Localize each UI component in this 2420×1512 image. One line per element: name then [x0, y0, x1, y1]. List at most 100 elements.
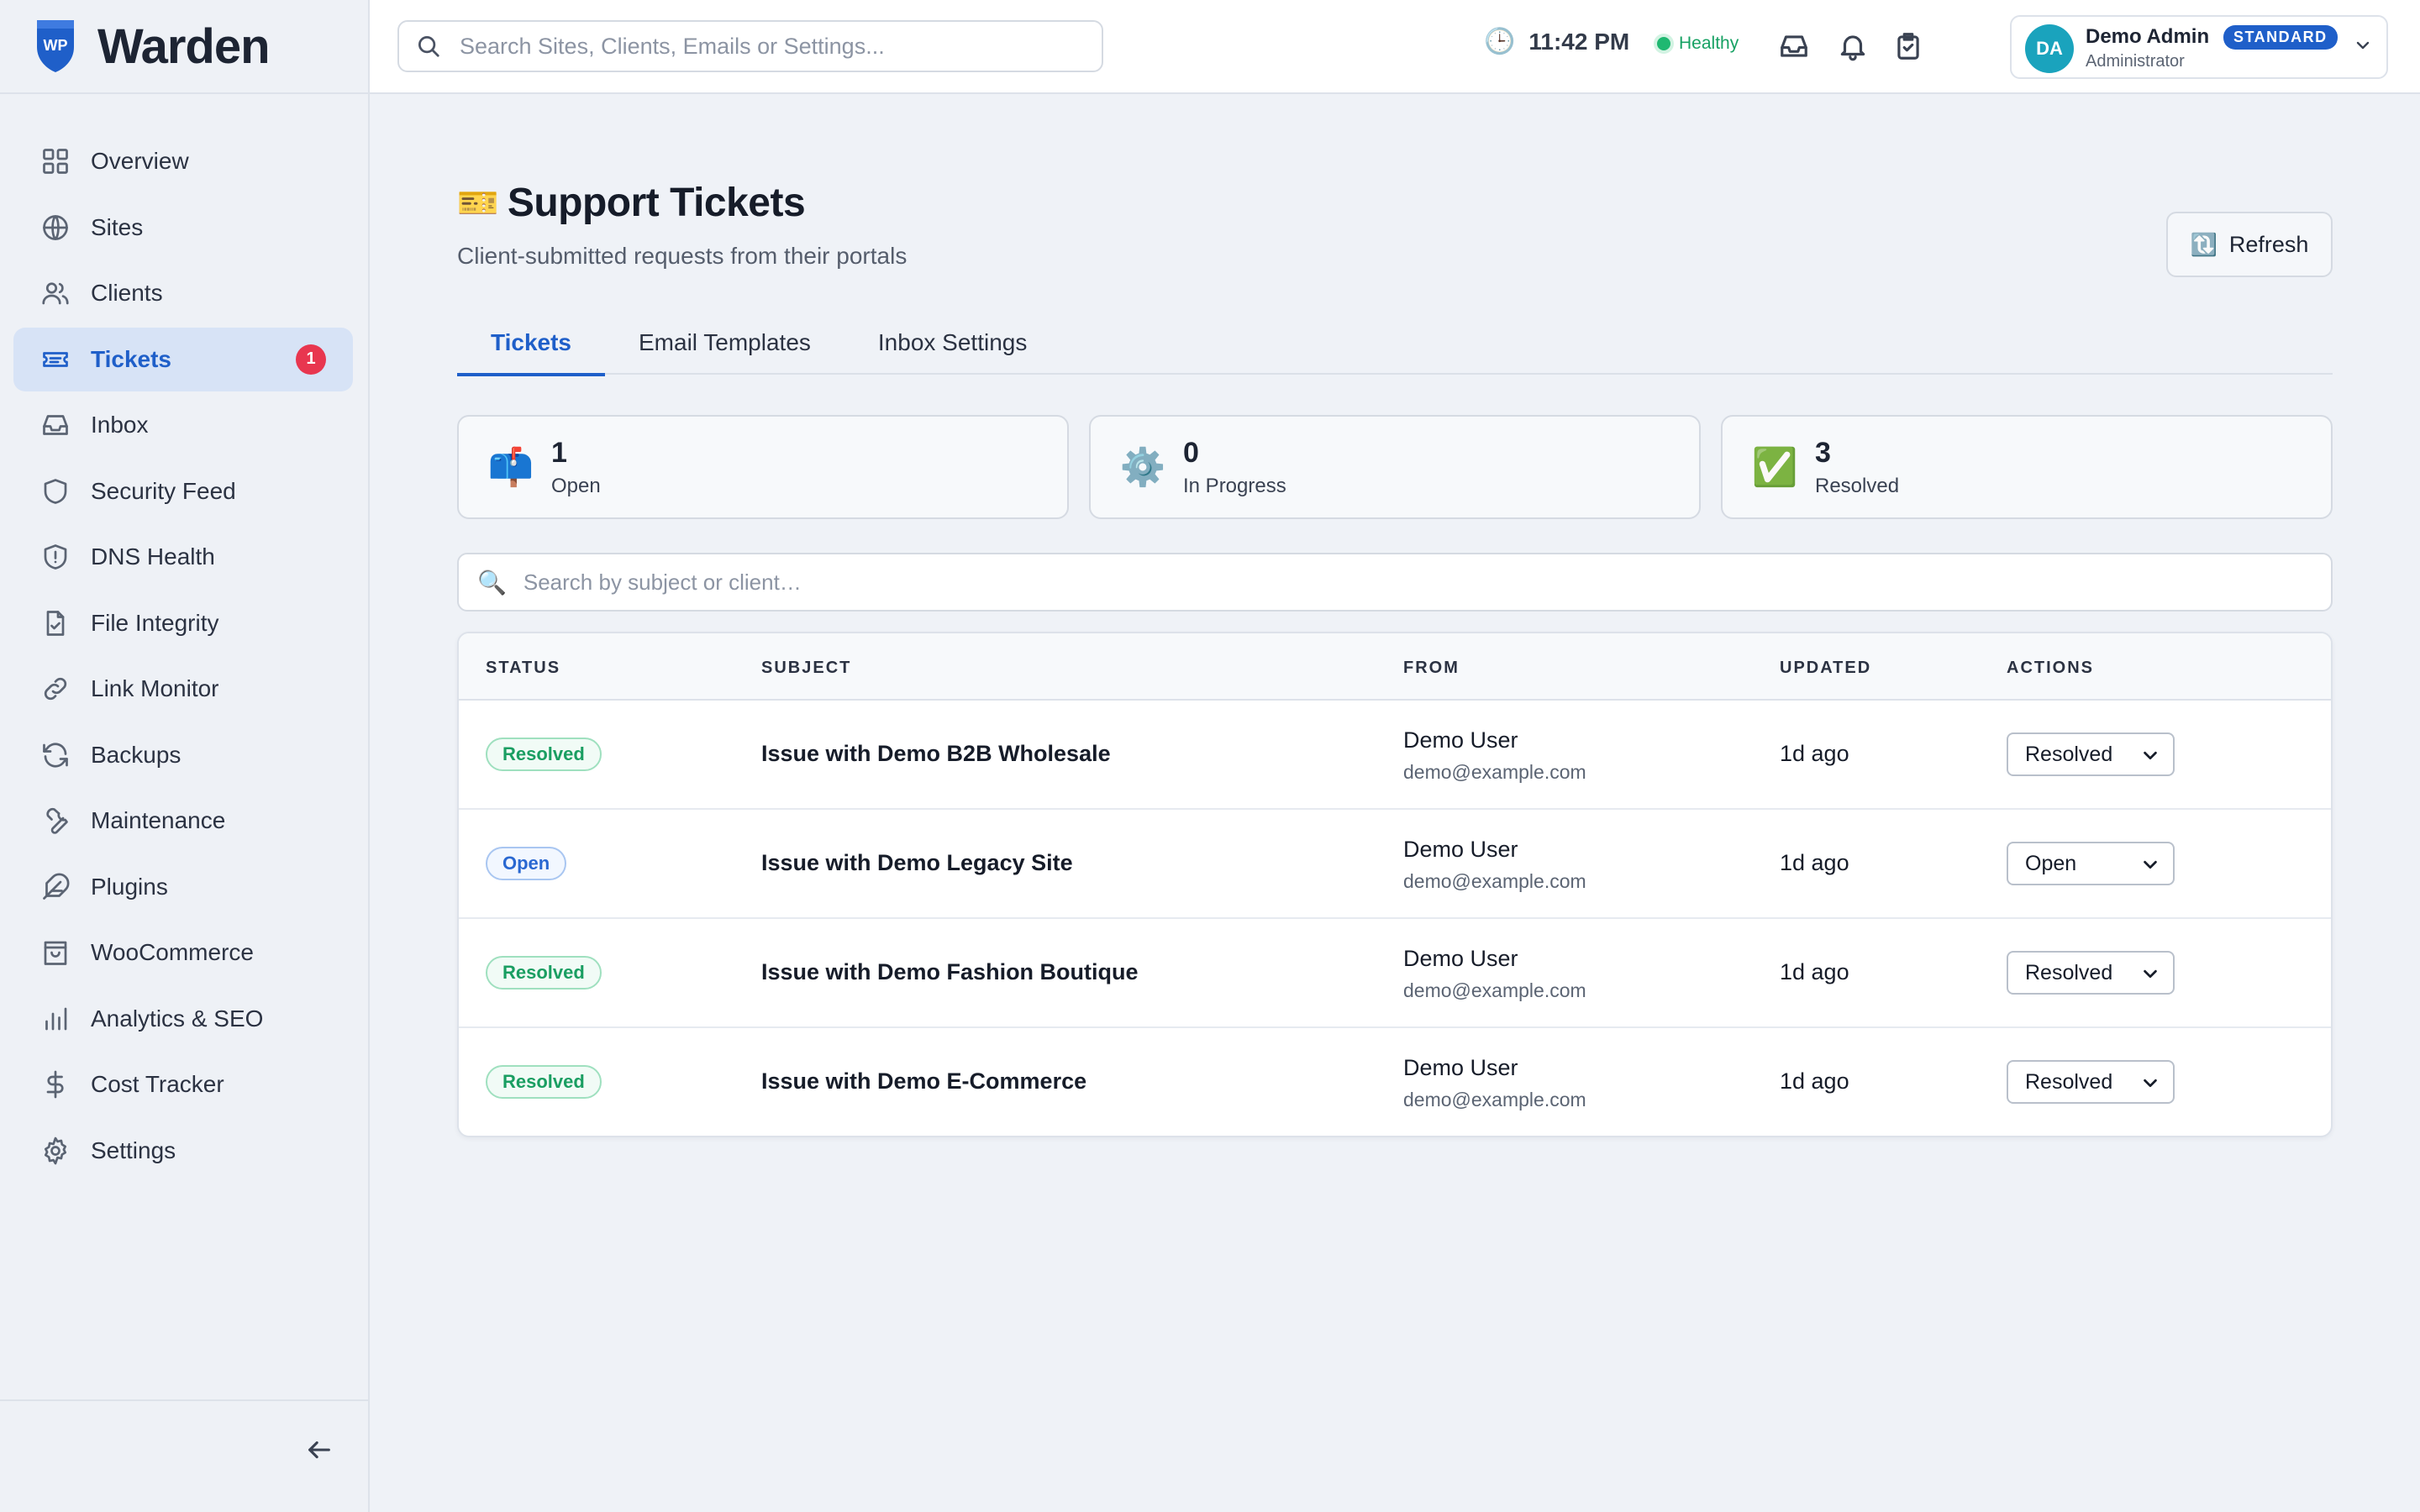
global-search[interactable] [397, 20, 1103, 72]
health-status: Healthy [1657, 34, 1739, 54]
table-row[interactable]: Resolved Issue with Demo E-Commerce Demo… [459, 1028, 2331, 1136]
sidebar-item-label: Maintenance [91, 807, 226, 833]
grid-icon [43, 149, 68, 174]
ticket-search-input[interactable] [523, 569, 2288, 596]
health-dot-icon [1657, 37, 1670, 50]
ticket-subject[interactable]: Issue with Demo B2B Wholesale [761, 741, 1111, 767]
status-select[interactable]: Resolved [2007, 951, 2175, 995]
dollar-icon [46, 1070, 64, 1099]
tab-inbox-settings[interactable]: Inbox Settings [844, 323, 1060, 375]
tickets-count-badge: 1 [296, 344, 326, 375]
gear-icon: ⚙️ [1119, 447, 1166, 488]
svg-text:WP: WP [44, 37, 68, 54]
page-title-text: Support Tickets [507, 181, 806, 225]
sidebar-item-link-monitor[interactable]: Link Monitor [13, 657, 353, 721]
stats-row: 📫 1 Open ⚙️ 0 In Progress ✅ 3 Resolved [457, 415, 2333, 519]
ticket-search[interactable]: 🔍 [457, 553, 2333, 612]
sidebar-item-label: Inbox [91, 412, 149, 438]
sidebar-item-overview[interactable]: Overview [13, 129, 353, 193]
column-header-from[interactable]: FROM [1403, 659, 1460, 678]
sidebar-item-cost-tracker[interactable]: Cost Tracker [13, 1053, 353, 1116]
chevron-down-icon [2144, 1079, 2157, 1088]
inbox-icon [43, 415, 68, 435]
ticket-emoji-icon: 🎫 [457, 185, 499, 222]
page-title: 🎫 Support Tickets [457, 180, 907, 226]
globe-icon [43, 214, 68, 240]
ticket-subject[interactable]: Issue with Demo Fashion Boutique [761, 959, 1139, 985]
chevron-down-icon [2353, 35, 2373, 60]
sidebar-item-woocommerce[interactable]: WooCommerce [13, 921, 353, 984]
refresh-icon: 🔃 [2190, 231, 2217, 257]
sidebar-item-label: WooCommerce [91, 939, 254, 965]
sidebar-item-plugins[interactable]: Plugins [13, 855, 353, 919]
stat-resolved: ✅ 3 Resolved [1721, 415, 2333, 519]
clock-time: 11:42 PM [1528, 28, 1630, 55]
column-header-updated[interactable]: UPDATED [1780, 659, 1871, 678]
sidebar-item-inbox[interactable]: Inbox [13, 393, 353, 457]
sidebar-item-backups[interactable]: Backups [13, 723, 353, 787]
status-select[interactable]: Open [2007, 842, 2175, 885]
tickets-table: STATUS SUBJECT FROM UPDATED ACTIONS Reso… [457, 632, 2333, 1137]
page-header: 🎫 Support Tickets Client-submitted reque… [457, 180, 907, 270]
ticket-subject[interactable]: Issue with Demo E-Commerce [761, 1068, 1086, 1095]
brand[interactable]: WP Warden [0, 0, 368, 94]
column-header-status[interactable]: STATUS [486, 659, 560, 678]
sidebar-item-clients[interactable]: Clients [13, 261, 353, 325]
sidebar-nav: Overview Sites Clients Tickets 1 Inbox S… [0, 94, 368, 1183]
sidebar-item-label: Backups [91, 741, 182, 768]
from-name: Demo User [1403, 1055, 1518, 1080]
link-icon [44, 677, 67, 701]
check-mark-icon: ✅ [1751, 447, 1798, 488]
status-select[interactable]: Resolved [2007, 732, 2175, 776]
user-menu[interactable]: DA Demo Admin STANDARD Administrator [2010, 15, 2388, 79]
from-name: Demo User [1403, 727, 1518, 753]
status-select-value: Resolved [2025, 960, 2113, 984]
page-subtitle: Client-submitted requests from their por… [457, 243, 908, 269]
global-search-input[interactable] [460, 33, 1098, 60]
app-name: Warden [97, 18, 271, 74]
table-row[interactable]: Resolved Issue with Demo B2B Wholesale D… [459, 701, 2331, 810]
sidebar-item-tickets[interactable]: Tickets 1 [13, 327, 353, 391]
sidebar-item-file-integrity[interactable]: File Integrity [13, 591, 353, 655]
status-select-value: Open [2025, 851, 2077, 875]
from-email: demo@example.com [1403, 979, 1586, 1001]
notifications-button[interactable] [1837, 30, 1870, 64]
feather-icon [43, 873, 70, 900]
tabs: Tickets Email Templates Inbox Settings [457, 323, 2333, 376]
sidebar-item-analytics-seo[interactable]: Analytics & SEO [13, 987, 353, 1051]
stat-label: Resolved [1815, 474, 1900, 497]
ticket-subject[interactable]: Issue with Demo Legacy Site [761, 850, 1073, 876]
from-name: Demo User [1403, 946, 1518, 971]
tasks-button[interactable] [1892, 30, 1926, 64]
from-email: demo@example.com [1403, 761, 1586, 783]
stat-open: 📫 1 Open [457, 415, 1069, 519]
from-email: demo@example.com [1403, 1089, 1586, 1110]
column-header-actions: ACTIONS [2007, 659, 2094, 677]
collapse-sidebar-button[interactable] [301, 1431, 338, 1468]
sidebar-item-label: Settings [91, 1137, 176, 1163]
sidebar-item-label: File Integrity [91, 609, 219, 636]
refresh-button[interactable]: 🔃 Refresh [2166, 212, 2333, 277]
tab-email-templates[interactable]: Email Templates [605, 323, 844, 375]
refresh-icon [43, 742, 68, 768]
updated-time: 1d ago [1780, 741, 1849, 766]
sidebar-footer [0, 1399, 368, 1512]
sidebar-item-label: Clients [91, 280, 163, 306]
sidebar-item-settings[interactable]: Settings [13, 1119, 353, 1183]
inbox-button[interactable] [1778, 30, 1812, 64]
tab-tickets[interactable]: Tickets [457, 323, 605, 376]
status-select-value: Resolved [2025, 742, 2113, 766]
search-icon: 🔍 [477, 569, 507, 596]
shield-icon [44, 478, 67, 504]
table-row[interactable]: Open Issue with Demo Legacy Site Demo Us… [459, 810, 2331, 919]
status-select[interactable]: Resolved [2007, 1060, 2175, 1104]
bar-chart-icon [45, 1007, 67, 1030]
sidebar-item-dns-health[interactable]: DNS Health [13, 525, 353, 589]
sidebar-item-sites[interactable]: Sites [13, 196, 353, 260]
column-header-subject[interactable]: SUBJECT [761, 659, 851, 678]
table-row[interactable]: Resolved Issue with Demo Fashion Boutiqu… [459, 919, 2331, 1028]
sidebar-item-maintenance[interactable]: Maintenance [13, 789, 353, 853]
sidebar-item-security-feed[interactable]: Security Feed [13, 459, 353, 523]
clock: 🕒 11:42 PM [1484, 27, 1629, 56]
chevron-down-icon [2144, 969, 2157, 979]
